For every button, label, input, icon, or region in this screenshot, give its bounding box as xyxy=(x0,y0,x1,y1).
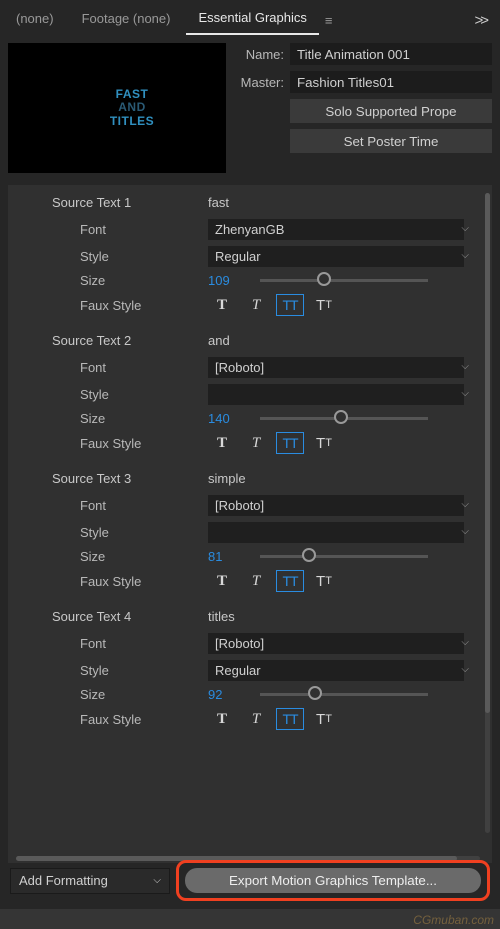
style-label: Style xyxy=(20,525,208,540)
size-slider[interactable] xyxy=(260,555,428,558)
faux-bold-button[interactable]: T xyxy=(208,294,236,316)
style-dropdown[interactable]: ⌵ xyxy=(208,522,464,543)
source-header: Source Text 2 xyxy=(52,333,208,348)
font-label: Font xyxy=(20,498,208,513)
faux-smallcaps-button[interactable]: TT xyxy=(310,570,338,592)
tab-footage[interactable]: Footage (none) xyxy=(70,7,183,34)
faux-bold-button[interactable]: T xyxy=(208,708,236,730)
font-label: Font xyxy=(20,360,208,375)
size-label: Size xyxy=(20,687,208,702)
font-dropdown[interactable]: ZhenyanGB⌵ xyxy=(208,219,464,240)
highlight-annotation: Export Motion Graphics Template... xyxy=(176,860,490,901)
font-dropdown[interactable]: [Roboto]⌵ xyxy=(208,633,464,654)
font-label: Font xyxy=(20,222,208,237)
size-label: Size xyxy=(20,411,208,426)
faux-smallcaps-button[interactable]: TT xyxy=(310,708,338,730)
faux-style-label: Faux Style xyxy=(20,436,208,451)
name-label: Name: xyxy=(236,47,284,62)
size-value[interactable]: 92 xyxy=(208,687,238,702)
source-text-block: Source Text 1 fast Font ZhenyanGB⌵ Style… xyxy=(8,185,492,323)
faux-bold-button[interactable]: T xyxy=(208,432,236,454)
faux-italic-button[interactable]: T xyxy=(242,294,270,316)
faux-smallcaps-button[interactable]: TT xyxy=(310,432,338,454)
source-text-value: and xyxy=(208,333,230,348)
size-slider[interactable] xyxy=(260,279,428,282)
source-text-block: Source Text 2 and Font [Roboto]⌵ Style ⌵… xyxy=(8,323,492,461)
add-formatting-label: Add Formatting xyxy=(19,873,108,888)
set-poster-time-button[interactable]: Set Poster Time xyxy=(290,129,492,153)
faux-allcaps-button[interactable]: TT xyxy=(276,570,304,592)
expand-panel-icon[interactable]: >> xyxy=(468,12,492,29)
size-label: Size xyxy=(20,273,208,288)
faux-italic-button[interactable]: T xyxy=(242,708,270,730)
scrollbar-vertical[interactable] xyxy=(485,193,490,833)
panel-tabs: (none) Footage (none) Essential Graphics… xyxy=(0,0,500,35)
style-dropdown[interactable]: ⌵ xyxy=(208,384,464,405)
style-label: Style xyxy=(20,249,208,264)
header-section: FAST AND TITLES Name: Master: Solo Suppo… xyxy=(0,35,500,181)
faux-italic-button[interactable]: T xyxy=(242,570,270,592)
source-text-value: titles xyxy=(208,609,235,624)
source-text-value: fast xyxy=(208,195,229,210)
faux-bold-button[interactable]: T xyxy=(208,570,236,592)
composition-preview: FAST AND TITLES xyxy=(8,43,226,173)
faux-allcaps-button[interactable]: TT xyxy=(276,432,304,454)
tab-none[interactable]: (none) xyxy=(4,7,66,34)
style-dropdown[interactable]: Regular⌵ xyxy=(208,660,464,681)
chevron-down-icon: ⌵ xyxy=(461,664,469,675)
tab-essential-graphics[interactable]: Essential Graphics xyxy=(186,6,318,35)
size-value[interactable]: 140 xyxy=(208,411,238,426)
faux-italic-button[interactable]: T xyxy=(242,432,270,454)
style-dropdown[interactable]: Regular⌵ xyxy=(208,246,464,267)
chevron-down-icon: ⌵ xyxy=(153,875,161,886)
watermark: CGmuban.com xyxy=(413,913,494,927)
faux-allcaps-button[interactable]: TT xyxy=(276,708,304,730)
source-text-value: simple xyxy=(208,471,246,486)
master-input[interactable] xyxy=(290,71,492,93)
source-text-block: Source Text 4 titles Font [Roboto]⌵ Styl… xyxy=(8,599,492,737)
source-text-block: Source Text 3 simple Font [Roboto]⌵ Styl… xyxy=(8,461,492,599)
panel-menu-icon[interactable]: ≡ xyxy=(325,13,333,28)
add-formatting-dropdown[interactable]: Add Formatting ⌵ xyxy=(10,868,170,894)
chevron-down-icon: ⌵ xyxy=(461,388,469,399)
properties-panel: Source Text 1 fast Font ZhenyanGB⌵ Style… xyxy=(8,185,492,863)
font-dropdown[interactable]: [Roboto]⌵ xyxy=(208,357,464,378)
solo-supported-button[interactable]: Solo Supported Prope xyxy=(290,99,492,123)
faux-style-label: Faux Style xyxy=(20,712,208,727)
chevron-down-icon: ⌵ xyxy=(461,499,469,510)
chevron-down-icon: ⌵ xyxy=(461,361,469,372)
chevron-down-icon: ⌵ xyxy=(461,250,469,261)
source-header: Source Text 3 xyxy=(52,471,208,486)
size-slider[interactable] xyxy=(260,693,428,696)
font-label: Font xyxy=(20,636,208,651)
chevron-down-icon: ⌵ xyxy=(461,223,469,234)
faux-style-label: Faux Style xyxy=(20,298,208,313)
preview-line: TITLES xyxy=(110,115,154,128)
master-label: Master: xyxy=(236,75,284,90)
size-label: Size xyxy=(20,549,208,564)
faux-smallcaps-button[interactable]: TT xyxy=(310,294,338,316)
chevron-down-icon: ⌵ xyxy=(461,637,469,648)
size-value[interactable]: 81 xyxy=(208,549,238,564)
preview-line: AND xyxy=(118,101,146,114)
size-value[interactable]: 109 xyxy=(208,273,238,288)
name-input[interactable] xyxy=(290,43,492,65)
style-label: Style xyxy=(20,387,208,402)
export-mogrt-button[interactable]: Export Motion Graphics Template... xyxy=(185,868,481,893)
bottom-bar: Add Formatting ⌵ Export Motion Graphics … xyxy=(0,852,500,909)
size-slider[interactable] xyxy=(260,417,428,420)
style-label: Style xyxy=(20,663,208,678)
faux-style-label: Faux Style xyxy=(20,574,208,589)
font-dropdown[interactable]: [Roboto]⌵ xyxy=(208,495,464,516)
source-header: Source Text 1 xyxy=(52,195,208,210)
faux-allcaps-button[interactable]: TT xyxy=(276,294,304,316)
chevron-down-icon: ⌵ xyxy=(461,526,469,537)
source-header: Source Text 4 xyxy=(52,609,208,624)
